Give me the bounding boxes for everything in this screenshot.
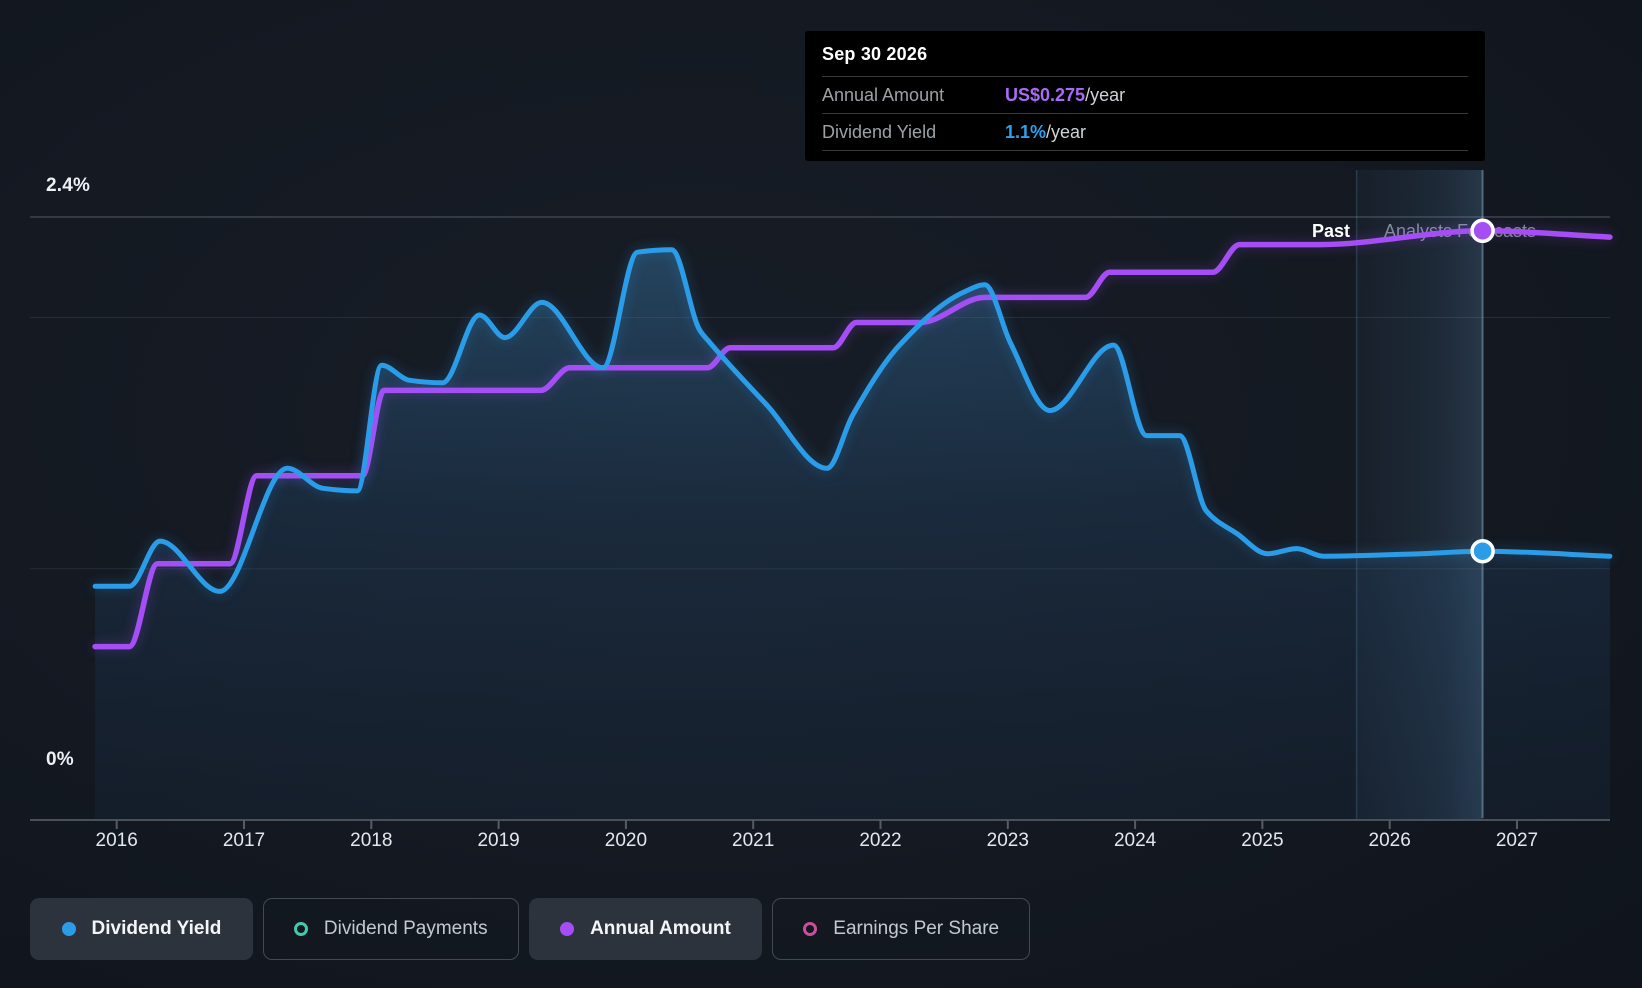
x-axis-year-label: 2019 — [477, 830, 520, 851]
legend-dividend-payments-button[interactable]: Dividend Payments — [262, 898, 519, 960]
x-axis-year-label: 2020 — [604, 830, 648, 851]
legend-dividend-yield-button[interactable]: Dividend Yield — [30, 898, 253, 960]
chart-tooltip: Sep 30 2026 Annual Amount US$0.275 /year… — [805, 31, 1485, 161]
legend-label: Dividend Payments — [323, 918, 488, 939]
x-axis-year-label: 2018 — [350, 830, 393, 851]
legend-annual-amount-button[interactable]: Annual Amount — [528, 898, 763, 960]
tooltip-unit: /year — [1085, 84, 1126, 105]
forecast-highlight-band — [1356, 170, 1483, 819]
x-axis-year-label: 2025 — [1241, 830, 1284, 851]
legend-earnings-per-share-button[interactable]: Earnings Per Share — [772, 898, 1031, 960]
tooltip-date: Sep 30 2026 — [822, 44, 928, 64]
x-axis-year-label: 2021 — [732, 830, 775, 851]
x-axis-year-label: 2016 — [95, 830, 138, 851]
y-axis-top-label: 2.4% — [46, 175, 91, 196]
annual-amount-dot-icon — [560, 922, 575, 936]
y-axis-bottom-label: 0% — [46, 749, 74, 770]
legend-label: Dividend Yield — [91, 918, 222, 939]
tooltip-label: Annual Amount — [822, 84, 945, 105]
x-axis-year-label: 2024 — [1113, 830, 1157, 851]
tooltip-unit: /year — [1046, 121, 1087, 142]
tooltip-value: US$0.275 — [1005, 84, 1086, 105]
legend-label: Annual Amount — [590, 918, 731, 939]
past-label: Past — [1311, 221, 1350, 241]
tooltip-label: Dividend Yield — [822, 121, 937, 142]
tooltip-row-dividend-yield: Dividend Yield 1.1% /year — [822, 113, 1468, 151]
dividend-yield-dot-icon — [61, 922, 76, 936]
dividend-chart-page: 2.4% 0% 2016 2017 2018 2019 2020 2021 2022 2023… — [0, 0, 1642, 988]
x-axis-year-label: 2027 — [1495, 830, 1539, 851]
tooltip-row-annual-amount: Annual Amount US$0.275 /year — [822, 76, 1468, 113]
x-axis-year-label: 2017 — [222, 830, 266, 851]
dividend-yield-cursor-marker[interactable] — [1470, 538, 1495, 564]
legend-label: Earnings Per Share — [833, 918, 1000, 939]
x-axis-year-label: 2023 — [986, 830, 1029, 851]
x-axis-year-label: 2022 — [859, 830, 902, 851]
x-axis-year-label: 2026 — [1368, 830, 1411, 851]
earnings-per-share-ring-icon — [803, 922, 818, 936]
legend: Dividend Yield Dividend Payments Annual … — [30, 898, 1031, 960]
tooltip-value: 1.1% — [1005, 121, 1047, 142]
annual-amount-cursor-marker[interactable] — [1470, 218, 1495, 244]
dividend-payments-ring-icon — [293, 922, 308, 936]
